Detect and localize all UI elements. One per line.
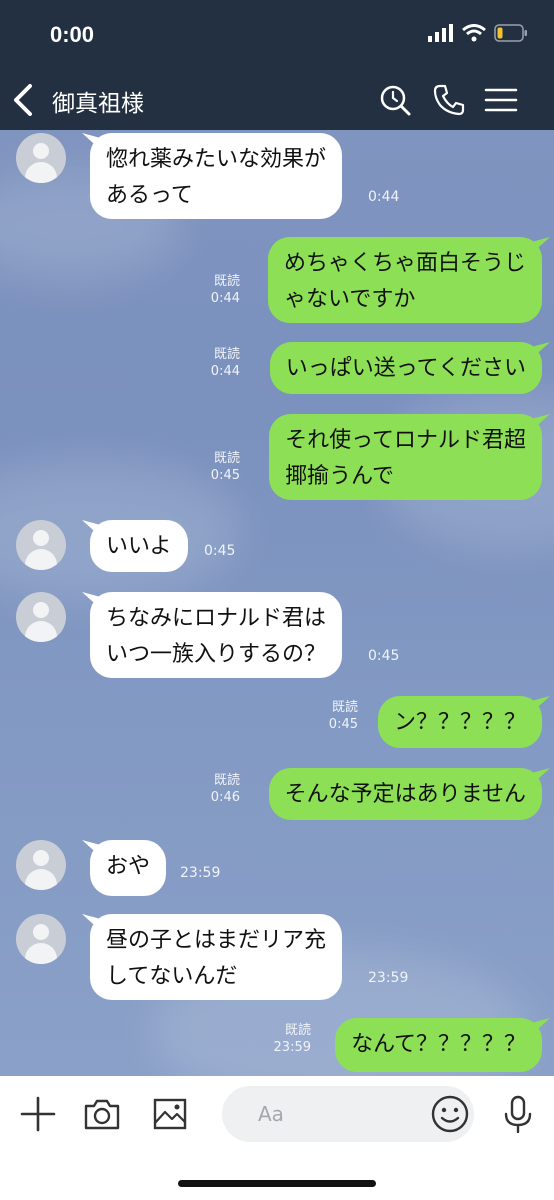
camera-icon[interactable] [82,1094,122,1134]
message-text-line: 揶揄うんで [285,464,394,489]
message-text-line: 昼の子とはまだリア充 [106,928,327,953]
avatar[interactable] [16,914,66,964]
message-text-line: なんて？？？？？ [351,1032,526,1057]
avatar[interactable] [16,840,66,890]
message-text-line: いっぱい送ってください [285,356,526,381]
message-bubble-received[interactable]: ちなみにロナルド君は いつ一族入りするの？ [90,592,343,678]
message-time: 0:45 [210,468,240,483]
message-bubble-sent[interactable]: ン？？？？？ [377,696,542,748]
read-receipt: 既読 [213,773,240,788]
message-text-line: いいよ [106,534,172,559]
message-time: 23:59 [368,970,409,986]
message-text-line: ちなみにロナルド君は [106,606,327,631]
signal-icon [428,24,453,42]
status-bar: 0:00 [0,0,554,70]
read-receipt: 既読 [213,451,240,466]
message-bubble-received[interactable]: いいよ [90,520,188,572]
message-bubble-sent[interactable]: めちゃくちゃ面白そうじ ゃないですか [267,237,542,323]
read-receipt: 既読 [284,1023,311,1038]
message-text-line: あるって [106,183,193,208]
read-receipt: 既読 [331,700,358,715]
menu-icon[interactable] [484,83,518,117]
message-time: 0:44 [210,364,240,379]
message-time: 23:59 [273,1040,311,1055]
message-meta: 既読 0:46 [211,772,240,806]
message-text-line: ン？？？？？ [393,710,526,735]
plus-icon[interactable] [18,1094,58,1134]
message-meta: 既読 0:45 [329,699,358,733]
read-receipt: 既読 [213,347,240,362]
message-bubble-received[interactable]: おや [90,840,167,896]
chat-header: 御真祖様 [0,70,554,130]
message-bubble-sent[interactable]: いっぱい送ってください [269,342,542,394]
wifi-icon [462,24,486,42]
message-text-line: いつ一族入りするの？ [106,642,327,667]
message-bubble-sent[interactable]: なんて？？？？？ [335,1018,542,1072]
chat-title: 御真祖様 [52,91,144,117]
message-meta: 既読 0:45 [211,450,240,484]
message-text-line: ゃないですか [283,287,416,312]
message-time: 0:44 [368,189,400,205]
mic-icon[interactable] [500,1094,536,1134]
message-time: 0:45 [204,543,236,559]
chat-area[interactable]: 惚れ薬みたいな効果が あるって 0:44 既読 0:44 めちゃくちゃ面白そうじ… [0,130,554,1076]
status-icons [428,24,528,42]
message-text-line: してないんだ [106,964,238,989]
read-receipt: 既読 [213,274,240,289]
image-icon[interactable] [150,1094,190,1134]
message-bubble-sent[interactable]: そんな予定はありません [268,768,542,820]
emoji-icon[interactable] [430,1094,470,1134]
search-icon[interactable] [378,83,412,117]
message-text-line: それ使ってロナルド君超 [285,428,526,453]
avatar[interactable] [16,520,66,570]
input-bar [0,1076,554,1200]
message-text-line: おや [106,854,151,879]
back-icon[interactable] [10,83,38,117]
message-bubble-received[interactable]: 惚れ薬みたいな効果が あるって [90,133,343,219]
avatar[interactable] [16,133,66,183]
message-text-line: 惚れ薬みたいな効果が [106,147,327,172]
message-time: 0:46 [210,790,240,805]
message-time: 0:44 [210,291,240,306]
message-text-line: めちゃくちゃ面白そうじ [283,251,526,276]
phone-icon[interactable] [432,83,466,117]
message-time: 23:59 [180,865,221,881]
message-text-line: そんな予定はありません [284,782,526,807]
message-bubble-received[interactable]: 昼の子とはまだリア充 してないんだ [90,914,343,1000]
message-meta: 既読 23:59 [274,1022,311,1056]
message-meta: 既読 0:44 [211,273,240,307]
message-meta: 既読 0:44 [211,346,240,380]
avatar[interactable] [16,592,66,642]
status-time: 0:00 [50,22,95,47]
message-time: 0:45 [368,648,400,664]
battery-icon [494,24,527,42]
message-time: 0:45 [328,717,358,732]
home-indicator [178,1180,376,1187]
message-bubble-sent[interactable]: それ使ってロナルド君超 揶揄うんで [269,414,542,500]
